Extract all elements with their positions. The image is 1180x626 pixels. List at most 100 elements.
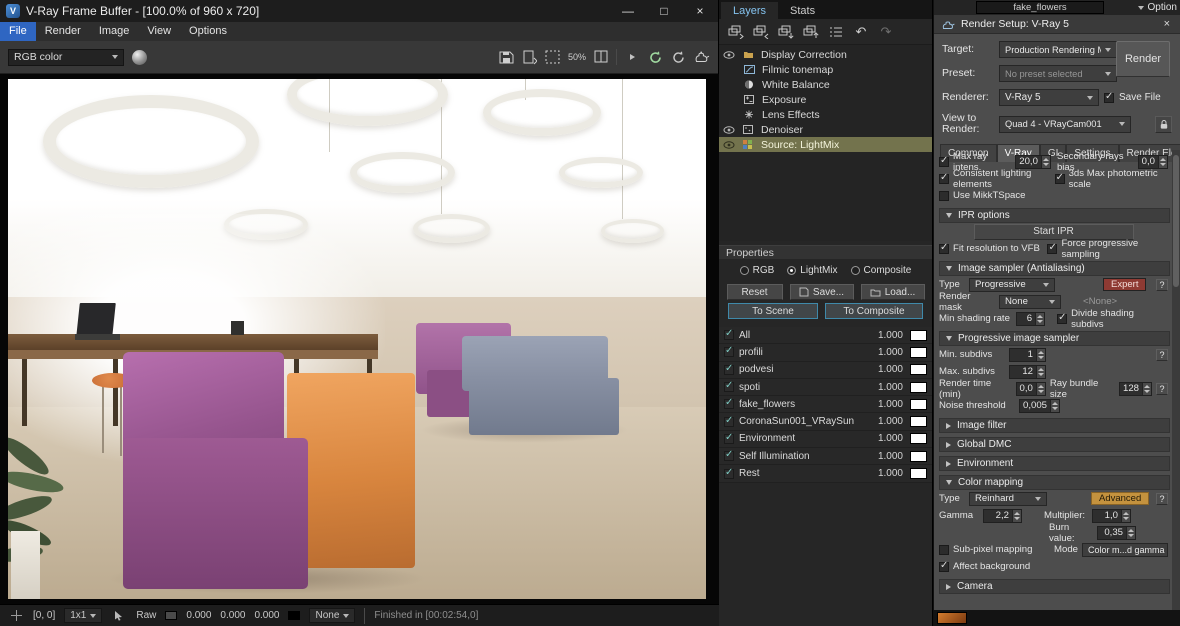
pixel-ratio-select[interactable]: 1x1 [64, 608, 103, 623]
spinner[interactable] [1050, 399, 1060, 412]
lightmix-value[interactable]: 1.000 [867, 382, 903, 393]
gamma-field[interactable]: 2,2 [983, 508, 1022, 523]
maximize-button[interactable]: □ [646, 0, 682, 22]
layer-row-exposure[interactable]: Exposure [719, 92, 932, 107]
max-ray-checkbox[interactable] [939, 155, 949, 167]
lightmix-row[interactable]: profili 1.000 [719, 344, 932, 362]
visibility-eye-icon[interactable] [723, 50, 735, 59]
cm-type-select[interactable]: Reinhard [969, 491, 1047, 506]
layer-checkbox[interactable] [724, 328, 734, 341]
spinner[interactable] [1012, 509, 1021, 522]
lightmix-value[interactable]: 1.000 [867, 364, 903, 375]
preset-select[interactable]: No preset selected [999, 65, 1117, 82]
spinner[interactable] [1035, 382, 1045, 395]
minimize-button[interactable]: — [610, 0, 646, 22]
to-scene-button[interactable]: To Scene [728, 303, 818, 319]
lightmix-value[interactable]: 1.000 [867, 416, 903, 427]
help-button[interactable]: ? [1156, 382, 1168, 395]
spinner[interactable] [1126, 526, 1135, 539]
menu-options[interactable]: Options [180, 22, 236, 41]
mode-composite[interactable]: Composite [850, 265, 911, 276]
layer-checkbox[interactable] [724, 363, 734, 375]
menu-view[interactable]: View [138, 22, 180, 41]
target-select[interactable]: Production Rendering Mode [999, 41, 1117, 58]
subpixel-checkbox[interactable] [939, 544, 949, 555]
layer-row-denoiser[interactable]: Denoiser [719, 122, 932, 137]
menu-image[interactable]: Image [90, 22, 139, 41]
load-preset-icon[interactable] [803, 24, 819, 40]
render-setup-titlebar[interactable]: Render Setup: V-Ray 5 × [934, 15, 1180, 34]
ray-bundle-field[interactable]: 128 [1118, 381, 1152, 396]
layer-row-lens-effects[interactable]: Lens Effects [719, 107, 932, 122]
spinner[interactable] [1040, 155, 1050, 168]
region-render-icon[interactable] [545, 49, 561, 65]
render-time-field[interactable]: 0,0 [1015, 381, 1046, 396]
mode-lightmix[interactable]: LightMix [787, 265, 838, 276]
advanced-mode-button[interactable]: Advanced [1091, 492, 1150, 505]
render-teapot-icon[interactable] [693, 49, 710, 65]
lightmix-row[interactable]: podvesi 1.000 [719, 361, 932, 379]
lightmix-value[interactable]: 1.000 [867, 451, 903, 462]
rollout-ipr-options[interactable]: IPR options [939, 208, 1170, 223]
expand-caret-icon[interactable] [624, 49, 640, 65]
divide-shading-checkbox[interactable] [1057, 312, 1068, 324]
noise-threshold-field[interactable]: 0,005 [1019, 398, 1061, 413]
layer-checkbox[interactable] [724, 449, 734, 462]
close-icon[interactable]: × [1161, 18, 1173, 30]
fit-resolution-checkbox[interactable] [939, 242, 949, 254]
render-button[interactable]: Render [1116, 41, 1170, 77]
lightmix-color-swatch[interactable] [910, 433, 927, 445]
help-button[interactable]: ? [1156, 348, 1168, 361]
display-mode-select[interactable]: None [309, 608, 356, 623]
lightmix-value[interactable]: 1.000 [867, 433, 903, 444]
spinner[interactable] [1158, 155, 1167, 168]
compare-icon[interactable] [593, 49, 609, 65]
lightmix-color-swatch[interactable] [910, 364, 927, 376]
layer-row-source-lightmix[interactable]: Source: LightMix [719, 137, 932, 152]
min-shading-field[interactable]: 6 [1016, 311, 1046, 326]
lightmix-color-swatch[interactable] [910, 381, 927, 393]
rollout-environment[interactable]: Environment [939, 456, 1170, 471]
view-to-render-select[interactable]: Quad 4 - VRayCam001 [999, 115, 1131, 133]
scrollbar-thumb[interactable] [1173, 155, 1179, 287]
sampler-type-select[interactable]: Progressive [969, 277, 1055, 292]
burn-value-field[interactable]: 0,35 [1097, 525, 1136, 540]
lightmix-value[interactable]: 1.000 [867, 347, 903, 358]
lightmix-row[interactable]: Self Illumination 1.000 [719, 448, 932, 466]
reset-button[interactable]: Reset [726, 284, 783, 300]
consistent-checkbox[interactable] [939, 172, 949, 184]
layer-checkbox[interactable] [724, 397, 734, 410]
layer-checkbox[interactable] [724, 380, 734, 393]
load-button[interactable]: Load... [860, 284, 925, 300]
renderer-select[interactable]: V-Ray 5 [999, 89, 1099, 106]
help-button[interactable]: ? [1156, 278, 1168, 291]
rollout-camera[interactable]: Camera [939, 579, 1170, 594]
tab-layers[interactable]: Layers [721, 2, 779, 19]
help-button[interactable]: ? [1156, 492, 1168, 505]
layer-checkbox[interactable] [724, 467, 734, 479]
channel-select[interactable]: RGB color [8, 48, 124, 66]
spinner[interactable] [1036, 365, 1045, 378]
lightmix-color-swatch[interactable] [910, 450, 927, 462]
force-progressive-checkbox[interactable] [1047, 242, 1058, 254]
layer-checkbox[interactable] [724, 415, 734, 427]
tab-stats[interactable]: Stats [778, 2, 827, 19]
layer-row-display-correction[interactable]: Display Correction [719, 47, 932, 62]
lock-view-button[interactable] [1155, 115, 1172, 133]
option-dropdown[interactable]: Option [1137, 2, 1180, 13]
visibility-eye-icon[interactable] [723, 125, 735, 134]
expert-mode-button[interactable]: Expert [1103, 278, 1147, 291]
lightmix-row[interactable]: Rest 1.000 [719, 465, 932, 483]
close-button[interactable]: × [682, 0, 718, 22]
lightmix-row[interactable]: CoronaSun001_VRaySun 1.000 [719, 413, 932, 431]
lightmix-row[interactable]: fake_flowers 1.000 [719, 396, 932, 414]
render-mask-select[interactable]: None [999, 294, 1061, 309]
mode-rgb[interactable]: RGB [739, 265, 774, 276]
lightmix-row[interactable]: spoti 1.000 [719, 378, 932, 397]
save-file-checkbox[interactable] [1104, 91, 1114, 103]
lightmix-color-swatch[interactable] [910, 398, 927, 410]
multiplier-field[interactable]: 1,0 [1092, 508, 1131, 523]
spinner[interactable] [1036, 348, 1045, 361]
render-image[interactable] [8, 79, 706, 599]
vfb-titlebar[interactable]: V-Ray Frame Buffer - [100.0% of 960 x 72… [0, 0, 718, 22]
